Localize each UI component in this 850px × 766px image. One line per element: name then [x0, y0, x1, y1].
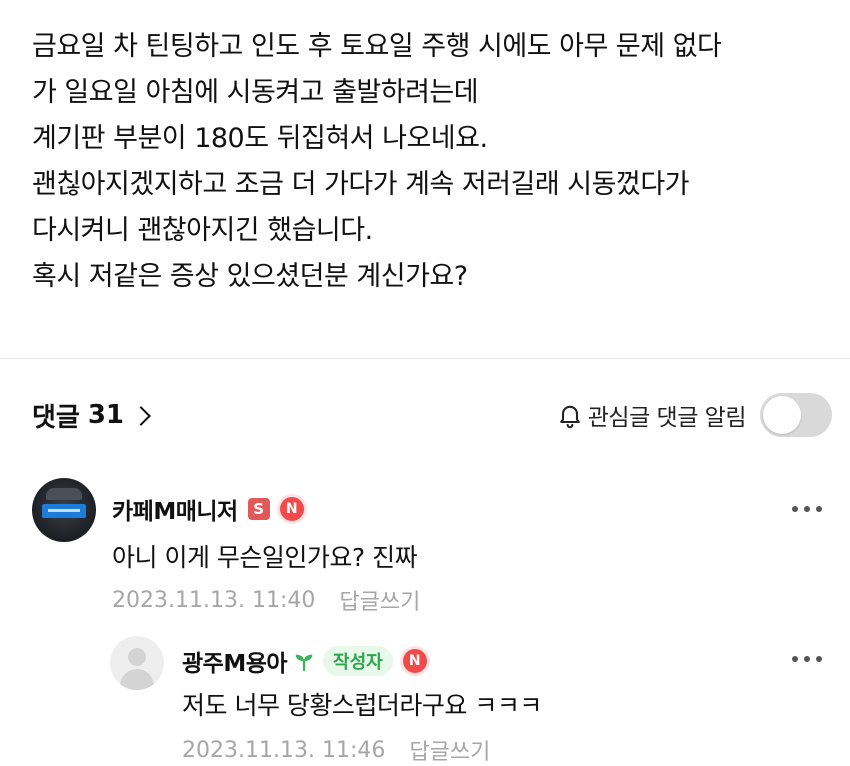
new-badge-icon: N [279, 497, 304, 521]
reply-button[interactable]: 답글쓰기 [409, 734, 490, 766]
comment-timestamp: 2023.11.13. 11:40 [112, 587, 316, 613]
comments-count-link[interactable]: 댓글 31 [32, 393, 151, 437]
comment-header: 카페M매니저 S N [112, 492, 304, 526]
notification-toggle[interactable] [760, 393, 832, 437]
comment-header: 광주M용아 작성자 N [182, 644, 427, 678]
post-line: 혹시 저같은 증상 있으셨던분 계신가요? [32, 261, 468, 292]
sprout-icon [295, 654, 313, 672]
post-line: 금요일 차 틴팅하고 인도 후 토요일 주행 시에도 아무 문제 없다 [32, 31, 722, 62]
post-body: 금요일 차 틴팅하고 인도 후 토요일 주행 시에도 아무 문제 없다 가 일요… [32, 24, 832, 300]
post-line: 계기판 부분이 180도 뒤집혀서 나오네요. [32, 123, 488, 154]
bell-icon [559, 405, 580, 429]
post-line: 괜칞아지겠지하고 조금 더 가다가 계속 저러길래 시동껐다가 [32, 169, 690, 200]
avatar-shoulders [120, 669, 154, 690]
comment-notification-setting: 관심글 댓글 알림 [556, 393, 832, 437]
staff-badge-icon: S [247, 498, 270, 520]
avatar[interactable] [32, 478, 96, 542]
comment-meta: 2023.11.13. 11:40 답글쓰기 [112, 584, 420, 616]
comment-nickname[interactable]: 카페M매니저 [112, 492, 238, 526]
comments-title: 댓글 [32, 402, 80, 433]
author-badge: 작성자 [323, 646, 393, 676]
chevron-right-icon [131, 406, 151, 426]
new-badge-icon: N [402, 649, 427, 673]
comments-header: 댓글 31 관심글 댓글 알림 [32, 393, 832, 437]
post-line: 가 일요일 아침에 시동켜고 출발하려는데 [32, 77, 479, 108]
avatar-head [128, 648, 146, 666]
post-line: 다시켜니 괜찮아지긴 했습니다. [32, 215, 373, 246]
comment-nickname[interactable]: 광주M용아 [182, 644, 288, 678]
comment-meta: 2023.11.13. 11:46 답글쓰기 [182, 734, 490, 766]
notification-label: 관심글 댓글 알림 [587, 405, 747, 431]
toggle-knob [763, 396, 801, 434]
comment-text: 저도 너무 당황스럽더라구요 ㅋㅋㅋ [182, 691, 542, 720]
more-options-icon[interactable] [792, 506, 822, 514]
comment-text: 아니 이게 무슨일인가요? 진짜 [112, 543, 418, 572]
reply-button[interactable]: 답글쓰기 [339, 584, 420, 616]
more-options-icon[interactable] [792, 656, 822, 664]
comments-count: 31 [87, 400, 125, 430]
avatar[interactable] [110, 636, 164, 690]
comment-timestamp: 2023.11.13. 11:46 [182, 737, 386, 763]
section-divider [0, 358, 850, 359]
avatar-car-roof [46, 488, 82, 500]
avatar-car-display [42, 504, 86, 518]
